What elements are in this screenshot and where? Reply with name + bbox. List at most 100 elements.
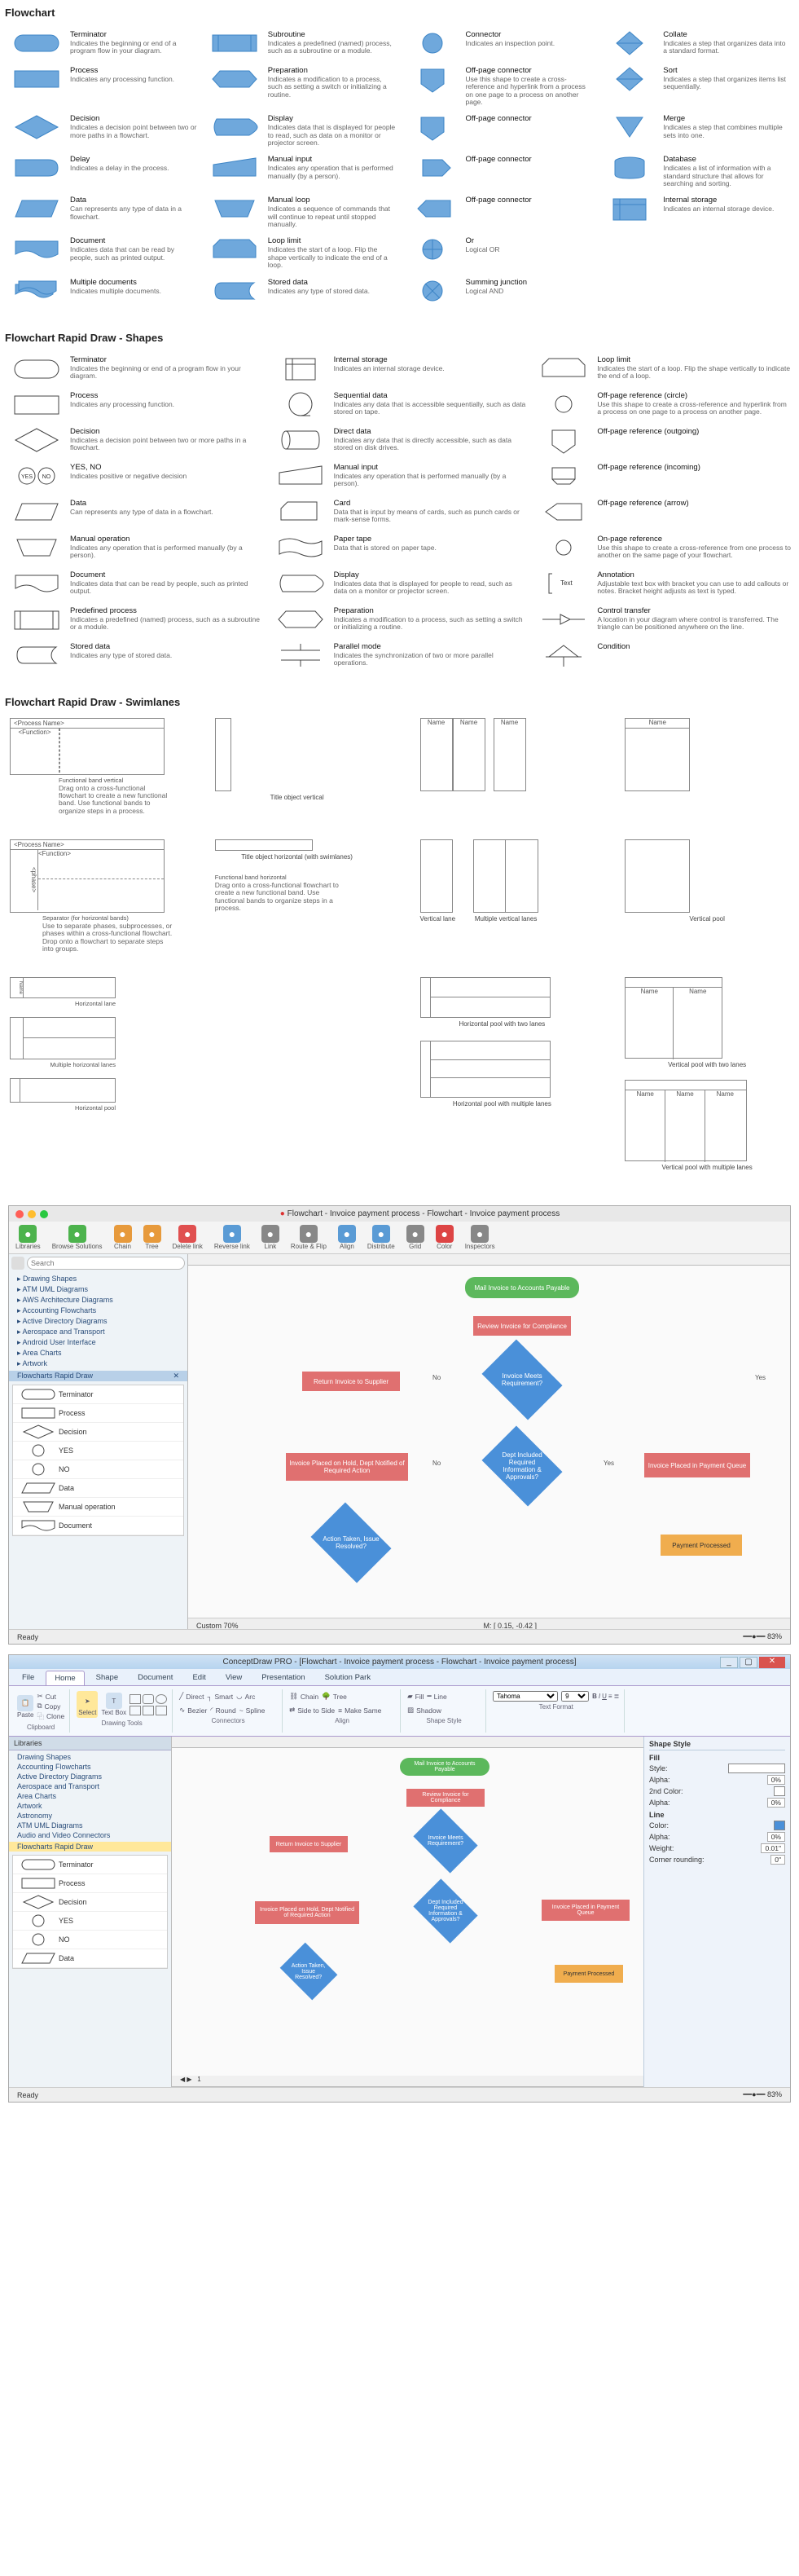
toolbar-browse-solutions[interactable]: ●Browse Solutions [52, 1225, 103, 1250]
zoom-icon[interactable] [40, 1210, 48, 1218]
shape-palette-item[interactable]: Data [13, 1479, 183, 1498]
shape-palette-item[interactable]: Document [13, 1517, 183, 1535]
select-button[interactable]: ➤Select [77, 1691, 98, 1718]
panel-toggle-icon[interactable] [11, 1257, 24, 1270]
ss-shadow[interactable]: ▨ Shadow [407, 1706, 441, 1715]
sidebar-category[interactable]: ▸ ATM UML Diagrams [9, 1284, 187, 1295]
shape-palette-item[interactable]: YES [13, 1442, 183, 1460]
toolbar-tree[interactable]: ●Tree [143, 1225, 161, 1250]
wnode-action[interactable]: Action Taken, Issue Resolved? [280, 1943, 338, 2001]
font-size-select[interactable]: 9 [561, 1691, 589, 1702]
wnode-dept[interactable]: Dept Included Required Information & App… [413, 1879, 477, 1944]
wnode-mail[interactable]: Mail Invoice to Accounts Payable [400, 1758, 489, 1776]
win-sidebar-category[interactable]: Aerospace and Transport [9, 1781, 171, 1791]
ribbon-tab-edit[interactable]: Edit [184, 1671, 213, 1685]
node-return[interactable]: Return Invoice to Supplier [302, 1372, 400, 1391]
win-doc-tabs[interactable]: ◀ ▶ 1 [172, 2076, 643, 2087]
toolbar-inspectors[interactable]: ●Inspectors [465, 1225, 495, 1250]
win-sidebar-category[interactable]: Accounting Flowcharts [9, 1762, 171, 1772]
close-icon[interactable] [15, 1210, 24, 1218]
sidebar-category[interactable]: ▸ Aerospace and Transport [9, 1327, 187, 1337]
ribbon-tab-home[interactable]: Home [46, 1671, 84, 1685]
wnode-queue[interactable]: Invoice Placed in Payment Queue [542, 1900, 630, 1921]
wnode-meets[interactable]: Invoice Meets Requirement? [413, 1809, 477, 1874]
node-mail-invoice[interactable]: Mail Invoice to Accounts Payable [465, 1277, 579, 1298]
win-category-open[interactable]: Flowcharts Rapid Draw [9, 1842, 171, 1852]
sidebar-category-open[interactable]: Flowcharts Rapid Draw✕ [9, 1371, 187, 1381]
wnode-hold[interactable]: Invoice Placed on Hold, Dept Notified of… [255, 1901, 359, 1924]
fill-color2-picker[interactable] [774, 1786, 785, 1796]
conn-direct[interactable]: ╱ Direct [179, 1692, 204, 1701]
cut-button[interactable]: ✂ Cut [37, 1692, 64, 1701]
zoom-slider[interactable]: ━━●━━ [743, 1632, 765, 1640]
win-sidebar-category[interactable]: Active Directory Diagrams [9, 1772, 171, 1781]
conn-smart[interactable]: ┐ Smart [207, 1693, 233, 1701]
wnode-return[interactable]: Return Invoice to Supplier [270, 1836, 348, 1852]
canvas-drawing-area[interactable]: Mail Invoice to Accounts Payable Review … [188, 1266, 790, 1618]
copy-button[interactable]: ⧉ Copy [37, 1702, 64, 1711]
align-sts[interactable]: ⇄ Side to Side [289, 1706, 335, 1715]
clone-button[interactable]: ⿻ Clone [37, 1711, 64, 1721]
sidebar-category[interactable]: ▸ Active Directory Diagrams [9, 1316, 187, 1327]
node-queue[interactable]: Invoice Placed in Payment Queue [644, 1453, 750, 1477]
line-alpha-input[interactable]: 0% [767, 1832, 785, 1842]
win-canvas-area[interactable]: Mail Invoice to Accounts Payable Review … [172, 1748, 643, 2076]
sidebar-category[interactable]: ▸ AWS Architecture Diagrams [9, 1295, 187, 1306]
shape-palette-item[interactable]: Process [13, 1404, 183, 1423]
mac-canvas[interactable]: Mail Invoice to Accounts Payable Review … [188, 1254, 790, 1629]
conn-bezier[interactable]: ∿ Bezier [179, 1706, 207, 1715]
sidebar-category[interactable]: ▸ Drawing Shapes [9, 1274, 187, 1284]
align-make[interactable]: ≡ Make Same [338, 1706, 381, 1715]
line-color-picker[interactable] [774, 1821, 785, 1830]
ss-fill[interactable]: ▰ Fill [407, 1692, 424, 1701]
ribbon-tab-view[interactable]: View [217, 1671, 250, 1685]
maximize-icon[interactable]: ▢ [740, 1657, 757, 1668]
conn-spline[interactable]: ~ Spline [239, 1706, 266, 1715]
toolbar-reverse-link[interactable]: ●Reverse link [214, 1225, 250, 1250]
win-zoom-slider[interactable]: ━━●━━ [743, 2090, 765, 2098]
toolbar-align[interactable]: ●Align [338, 1225, 356, 1250]
shape-picker[interactable] [130, 1694, 167, 1715]
win-shape-palette-item[interactable]: Terminator [13, 1856, 167, 1874]
win-sidebar-category[interactable]: Audio and Video Connectors [9, 1830, 171, 1840]
align-left-button[interactable]: ≡ [608, 1693, 612, 1700]
align-tree[interactable]: 🌳 Tree [322, 1692, 347, 1701]
win-sidebar-category[interactable]: Area Charts [9, 1791, 171, 1801]
ribbon-tab-solution-park[interactable]: Solution Park [317, 1671, 380, 1685]
shape-palette-item[interactable]: Terminator [13, 1385, 183, 1404]
align-chain[interactable]: ⛓ Chain [289, 1692, 318, 1701]
close-icon[interactable]: ✕ [759, 1657, 785, 1668]
node-action[interactable]: Action Taken, Issue Resolved? [311, 1503, 392, 1583]
wnode-review[interactable]: Review Invoice for Compliance [406, 1789, 485, 1807]
win-shape-palette-item[interactable]: Process [13, 1874, 167, 1893]
win-shape-palette-item[interactable]: YES [13, 1912, 167, 1931]
conn-round[interactable]: ◜ Round [210, 1706, 235, 1715]
fill-alpha-input[interactable]: 0% [767, 1775, 785, 1785]
corner-rounding-input[interactable]: 0" [770, 1855, 785, 1865]
win-sidebar-category[interactable]: Artwork [9, 1801, 171, 1811]
sidebar-category[interactable]: ▸ Accounting Flowcharts [9, 1306, 187, 1316]
toolbar-libraries[interactable]: ●Libraries [15, 1225, 41, 1250]
zoom-label[interactable]: Custom 70% [196, 1622, 239, 1630]
fill-style-picker[interactable] [728, 1764, 785, 1773]
paste-button[interactable]: 📋Paste [17, 1695, 33, 1719]
win-shape-palette-item[interactable]: Decision [13, 1893, 167, 1912]
toolbar-color[interactable]: ●Color [436, 1225, 454, 1250]
search-input[interactable] [27, 1257, 185, 1270]
ribbon-tab-file[interactable]: File [14, 1671, 42, 1685]
node-meets[interactable]: Invoice Meets Requirement? [482, 1340, 563, 1420]
align-center-button[interactable]: ≣ [614, 1693, 620, 1700]
conn-arc[interactable]: ◡ Arc [236, 1692, 255, 1701]
fill-alpha2-input[interactable]: 0% [767, 1798, 785, 1808]
shape-palette-item[interactable]: Decision [13, 1423, 183, 1442]
textbox-button[interactable]: TText Box [101, 1693, 126, 1716]
toolbar-grid[interactable]: ●Grid [406, 1225, 424, 1250]
toolbar-delete-link[interactable]: ●Delete link [173, 1225, 203, 1250]
sidebar-category[interactable]: ▸ Android User Interface [9, 1337, 187, 1348]
shape-palette-item[interactable]: Manual operation [13, 1498, 183, 1517]
close-category-icon[interactable]: ✕ [173, 1372, 179, 1380]
toolbar-route-&-flip[interactable]: ●Route & Flip [291, 1225, 327, 1250]
minimize-icon[interactable]: _ [720, 1657, 738, 1668]
italic-button[interactable]: I [599, 1693, 600, 1700]
toolbar-chain[interactable]: ●Chain [114, 1225, 132, 1250]
